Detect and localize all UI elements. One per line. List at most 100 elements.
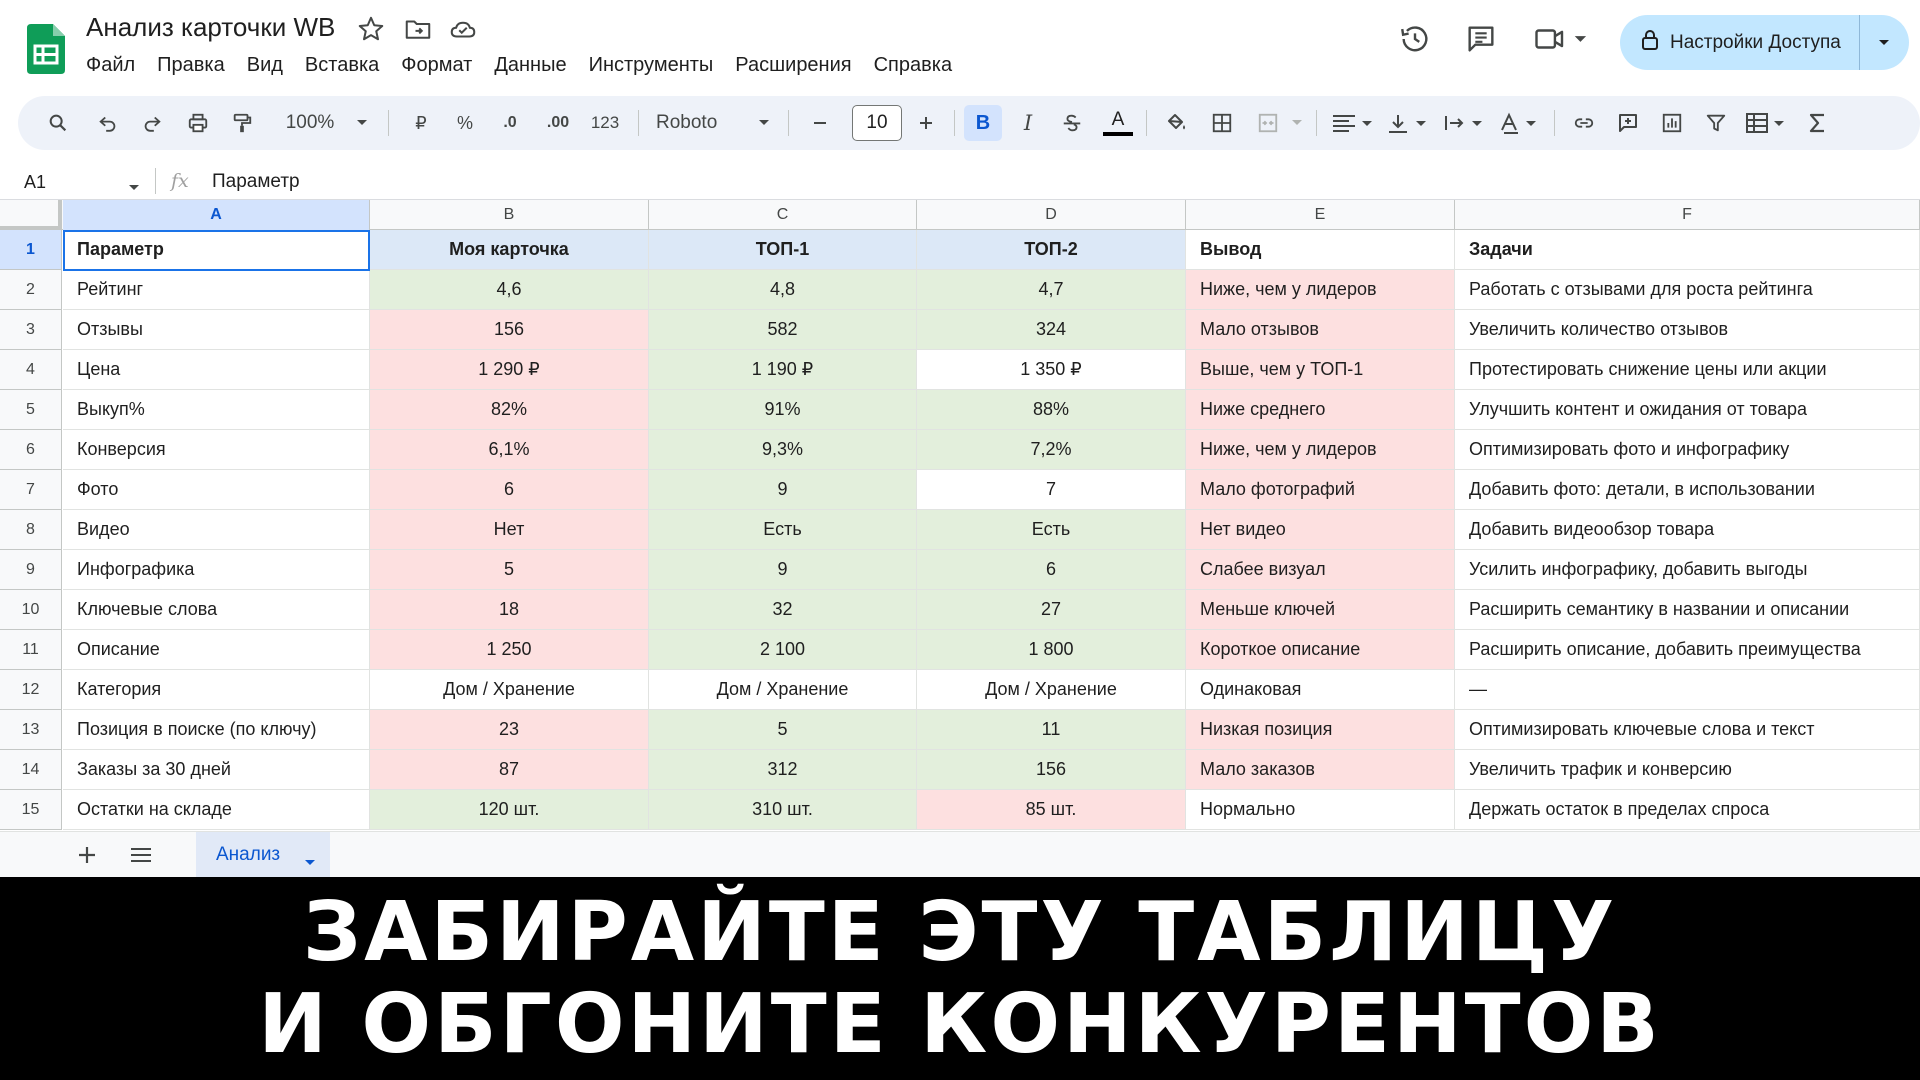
document-title[interactable]: Анализ карточки WB (86, 12, 335, 43)
table-cell[interactable]: Ниже среднего (1186, 390, 1455, 430)
header-cell[interactable]: ТОП-1 (649, 230, 917, 270)
table-cell[interactable]: Отзывы (63, 310, 370, 350)
name-box-chevron-down-icon[interactable] (128, 179, 140, 197)
fill-color-icon[interactable] (1158, 105, 1194, 141)
column-header-e[interactable]: E (1186, 200, 1455, 230)
menu-help[interactable]: Справка (863, 54, 963, 77)
vertical-align-icon[interactable] (1384, 105, 1434, 141)
table-cell[interactable]: 6 (370, 470, 649, 510)
table-cell[interactable]: Усилить инфографику, добавить выгоды (1455, 550, 1920, 590)
table-cell[interactable]: Мало фотографий (1186, 470, 1455, 510)
horizontal-align-icon[interactable] (1328, 105, 1378, 141)
table-cell[interactable]: 1 800 (917, 630, 1186, 670)
text-wrapping-icon[interactable] (1440, 105, 1490, 141)
table-cell[interactable]: 1 290 ₽ (370, 350, 649, 390)
column-header-f[interactable]: F (1455, 200, 1920, 230)
row-number[interactable]: 1 (0, 230, 62, 270)
table-cell[interactable]: 91% (649, 390, 917, 430)
print-icon[interactable] (180, 105, 216, 141)
table-cell[interactable]: Улучшить контент и ожидания от товара (1455, 390, 1920, 430)
table-cell[interactable]: 11 (917, 710, 1186, 750)
functions-sigma-icon[interactable] (1800, 105, 1836, 141)
filter-views-icon[interactable] (1742, 105, 1792, 141)
sheets-logo-icon[interactable] (27, 24, 65, 74)
table-cell[interactable]: 156 (370, 310, 649, 350)
row-number[interactable]: 6 (0, 430, 62, 470)
table-cell[interactable]: 5 (370, 550, 649, 590)
table-cell[interactable]: Есть (649, 510, 917, 550)
share-main-button[interactable]: Настройки Доступа (1620, 15, 1860, 70)
merge-cells-icon[interactable] (1250, 105, 1286, 141)
table-cell[interactable]: Выше, чем у ТОП-1 (1186, 350, 1455, 390)
menu-edit[interactable]: Правка (146, 54, 236, 77)
column-header-b[interactable]: B (370, 200, 649, 230)
insert-link-icon[interactable] (1566, 105, 1602, 141)
row-number[interactable]: 14 (0, 750, 62, 790)
filter-icon[interactable] (1698, 105, 1734, 141)
column-header-d[interactable]: D (917, 200, 1186, 230)
row-number[interactable]: 12 (0, 670, 62, 710)
add-sheet-icon[interactable] (72, 840, 102, 870)
table-cell[interactable]: Есть (917, 510, 1186, 550)
table-cell[interactable]: Оптимизировать ключевые слова и текст (1455, 710, 1920, 750)
table-cell[interactable]: 324 (917, 310, 1186, 350)
menu-insert[interactable]: Вставка (294, 54, 390, 77)
table-cell[interactable]: Цена (63, 350, 370, 390)
table-cell[interactable]: Расширить описание, добавить преимуществ… (1455, 630, 1920, 670)
table-cell[interactable]: 27 (917, 590, 1186, 630)
table-cell[interactable]: Ниже, чем у лидеров (1186, 270, 1455, 310)
column-header-a[interactable]: A (63, 200, 370, 230)
all-sheets-menu-icon[interactable] (126, 840, 156, 870)
table-cell[interactable]: 9 (649, 470, 917, 510)
zoom-value[interactable]: 100% (280, 105, 340, 141)
italic-button[interactable]: I (1010, 105, 1046, 141)
table-cell[interactable]: 18 (370, 590, 649, 630)
table-cell[interactable]: 120 шт. (370, 790, 649, 830)
table-cell[interactable]: Работать с отзывами для роста рейтинга (1455, 270, 1920, 310)
table-cell[interactable]: Дом / Хранение (917, 670, 1186, 710)
table-cell[interactable]: Нет (370, 510, 649, 550)
table-cell[interactable]: 312 (649, 750, 917, 790)
table-cell[interactable]: 1 190 ₽ (649, 350, 917, 390)
row-number[interactable]: 10 (0, 590, 62, 630)
comments-icon[interactable] (1464, 22, 1498, 56)
merge-chevron-down-icon[interactable] (1288, 105, 1306, 141)
table-cell[interactable]: Короткое описание (1186, 630, 1455, 670)
table-cell[interactable]: Описание (63, 630, 370, 670)
table-cell[interactable]: Меньше ключей (1186, 590, 1455, 630)
more-formats-button[interactable]: 123 (584, 105, 626, 141)
strikethrough-icon[interactable] (1054, 105, 1090, 141)
table-cell[interactable]: Остатки на складе (63, 790, 370, 830)
column-header-c[interactable]: C (649, 200, 917, 230)
header-cell[interactable]: Задачи (1455, 230, 1920, 270)
search-menus-icon[interactable] (40, 105, 76, 141)
increase-font-size-icon[interactable] (910, 105, 942, 141)
table-cell[interactable]: 85 шт. (917, 790, 1186, 830)
borders-icon[interactable] (1204, 105, 1240, 141)
table-cell[interactable]: Заказы за 30 дней (63, 750, 370, 790)
table-cell[interactable]: 9 (649, 550, 917, 590)
insert-chart-icon[interactable] (1654, 105, 1690, 141)
share-options-chevron-icon[interactable] (1860, 15, 1908, 70)
redo-icon[interactable] (134, 105, 170, 141)
table-cell[interactable]: 4,7 (917, 270, 1186, 310)
header-cell[interactable]: Вывод (1186, 230, 1455, 270)
table-cell[interactable]: Конверсия (63, 430, 370, 470)
row-number[interactable]: 2 (0, 270, 62, 310)
table-cell[interactable]: Добавить видеообзор товара (1455, 510, 1920, 550)
name-box[interactable]: A1 (24, 172, 46, 193)
table-cell[interactable]: Слабее визуал (1186, 550, 1455, 590)
header-cell[interactable]: Моя карточка (370, 230, 649, 270)
table-cell[interactable]: 6,1% (370, 430, 649, 470)
table-cell[interactable]: 7 (917, 470, 1186, 510)
version-history-icon[interactable] (1398, 22, 1432, 56)
text-rotation-icon[interactable] (1496, 105, 1546, 141)
table-cell[interactable]: Увеличить трафик и конверсию (1455, 750, 1920, 790)
table-cell[interactable]: 88% (917, 390, 1186, 430)
table-cell[interactable]: 310 шт. (649, 790, 917, 830)
table-cell[interactable]: Мало заказов (1186, 750, 1455, 790)
menu-tools[interactable]: Инструменты (578, 54, 725, 77)
table-cell[interactable]: Ниже, чем у лидеров (1186, 430, 1455, 470)
table-cell[interactable]: Протестировать снижение цены или акции (1455, 350, 1920, 390)
header-cell[interactable]: ТОП-2 (917, 230, 1186, 270)
